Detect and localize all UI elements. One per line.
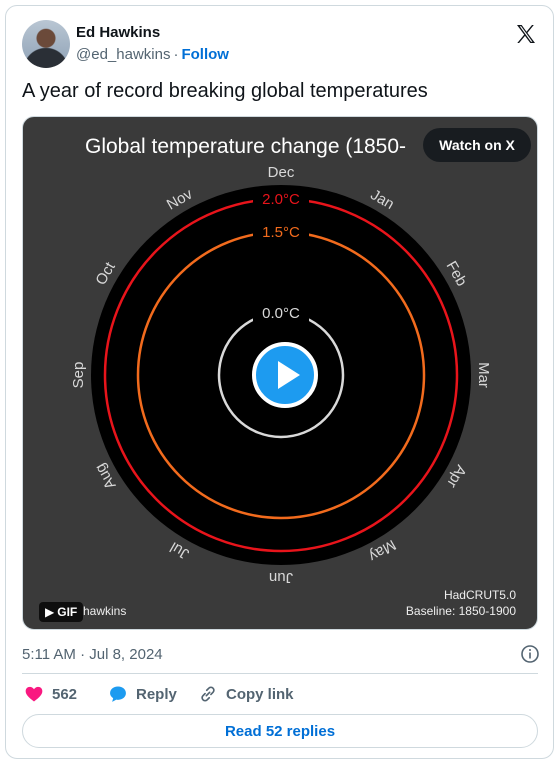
gif-badge[interactable]: ▶ GIF (39, 602, 84, 622)
tweet-timestamp[interactable]: 5:11 AM · Jul 8, 2024 (22, 646, 163, 663)
reply-icon (110, 686, 126, 702)
author-name[interactable]: Ed Hawkins (76, 24, 160, 41)
like-count: 562 (52, 685, 78, 703)
ring-label-2: 0.0°C (262, 305, 300, 322)
copy-link-label: Copy link (226, 685, 294, 703)
month-label-jun: Jun (269, 569, 293, 586)
divider (22, 673, 538, 674)
reply-label: Reply (136, 685, 177, 703)
heart-icon (25, 686, 43, 702)
like-button[interactable]: 562 (24, 681, 77, 707)
avatar[interactable] (22, 20, 70, 68)
month-label-dec: Dec (268, 164, 295, 181)
reply-button[interactable]: Reply (108, 681, 177, 707)
author-handle[interactable]: @ed_hawkins (76, 46, 170, 63)
x-logo-icon[interactable] (514, 22, 538, 46)
month-label-mar: Mar (475, 362, 492, 388)
media-video[interactable]: Global temperature change (1850- Dec Jan F… (22, 116, 538, 630)
month-label-sep: Sep (70, 362, 87, 389)
play-small-icon: ▶ (45, 605, 55, 619)
copy-link-button[interactable]: Copy link (198, 681, 294, 707)
info-icon[interactable] (520, 644, 540, 664)
follow-button[interactable]: Follow (181, 46, 229, 63)
dataset-label: HadCRUT5.0 (444, 588, 516, 602)
baseline-label: Baseline: 1850-1900 (406, 604, 516, 618)
tweet-card: Ed Hawkins @ed_hawkins · Follow A year of … (5, 5, 554, 759)
credit-label: hawkins (83, 604, 126, 618)
gif-label: GIF (57, 605, 78, 619)
month-label-jul: Jul (167, 538, 192, 562)
play-button[interactable] (252, 342, 318, 408)
ring-label-0: 2.0°C (262, 191, 300, 208)
media-title: Global temperature change (1850- (85, 135, 406, 158)
read-replies-button[interactable]: Read 52 replies (22, 714, 538, 748)
tweet-text: A year of record breaking global tempera… (22, 80, 428, 102)
author-handle-row: @ed_hawkins · Follow (76, 46, 229, 63)
handle-separator: · (173, 46, 179, 63)
ring-label-1: 1.5°C (262, 224, 300, 241)
watch-on-x-button[interactable]: Watch on X (423, 128, 531, 162)
link-icon (201, 686, 215, 702)
